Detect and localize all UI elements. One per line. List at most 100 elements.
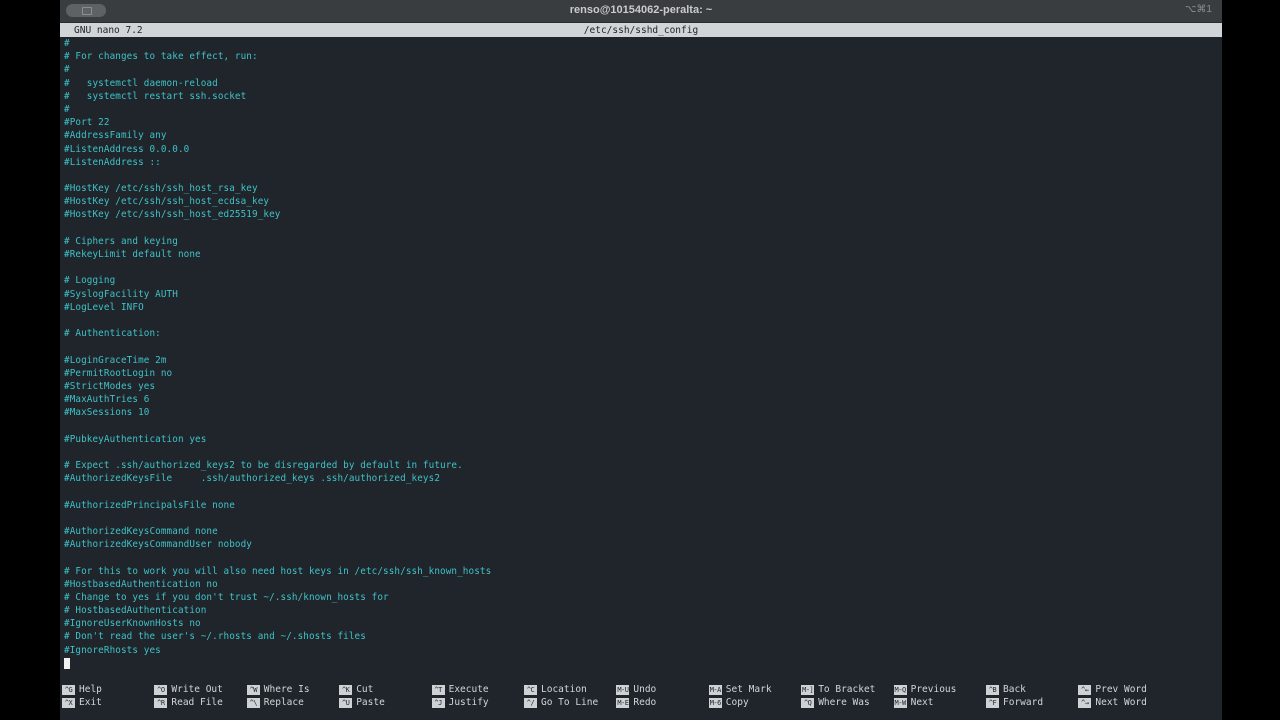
shortcut-group: M-Q Previous M-W Next: [893, 684, 984, 710]
shortcut-label[interactable]: Write Out: [171, 684, 222, 695]
editor-line[interactable]: #SyslogFacility AUTH: [64, 288, 1214, 301]
editor-line[interactable]: #HostbasedAuthentication no: [64, 578, 1214, 591]
editor-line[interactable]: #AuthorizedKeysCommandUser nobody: [64, 538, 1214, 551]
editor-line[interactable]: #AuthorizedKeysFile .ssh/authorized_keys…: [64, 472, 1214, 485]
editor-line[interactable]: #: [64, 63, 1214, 76]
editor-text-area[interactable]: # # For changes to take effect, run: # # sy…: [64, 37, 1214, 657]
editor-line[interactable]: #: [64, 37, 1214, 50]
shortcut-group: ^B Back ^F Forward: [986, 684, 1076, 710]
shortcut-key: ^U: [339, 698, 353, 708]
editor-line[interactable]: #AuthorizedPrincipalsFile none: [64, 499, 1214, 512]
editor-line[interactable]: #PubkeyAuthentication yes: [64, 433, 1214, 446]
shortcut-label[interactable]: Back: [1003, 684, 1026, 695]
shortcut-key: ^\: [246, 698, 260, 708]
editor-line[interactable]: # Change to yes if you don't trust ~/.ss…: [64, 591, 1214, 604]
shortcut-key: ^/: [524, 698, 537, 708]
shortcut-key: M-W: [893, 698, 907, 708]
editor-line[interactable]: # For changes to take effect, run:: [64, 50, 1214, 63]
editor-line[interactable]: #MaxAuthTries 6: [64, 393, 1214, 406]
shortcut-label[interactable]: Read File: [171, 697, 222, 708]
editor-line[interactable]: #MaxSessions 10: [64, 406, 1214, 419]
editor-line[interactable]: #StrictModes yes: [64, 380, 1214, 393]
shortcut-label[interactable]: To Bracket: [818, 684, 875, 695]
shortcut-key: M-U: [616, 685, 630, 695]
shortcut-key: ^J: [431, 698, 445, 708]
editor-line[interactable]: [64, 222, 1214, 235]
editor-line[interactable]: #LogLevel INFO: [64, 301, 1214, 314]
shortcut-label[interactable]: Paste: [356, 697, 385, 708]
editor-line[interactable]: #HostKey /etc/ssh/ssh_host_rsa_key: [64, 182, 1214, 195]
shortcut-group: ^C Location ^/ Go To Line: [524, 684, 614, 710]
editor-line[interactable]: [64, 314, 1214, 327]
text-cursor: [64, 658, 70, 669]
editor-line[interactable]: #: [64, 103, 1214, 116]
editor-line[interactable]: [64, 551, 1214, 564]
window-title: renso@10154062-peralta: ~: [569, 4, 713, 16]
editor-line[interactable]: #IgnoreUserKnownHosts no: [64, 617, 1214, 630]
shortcut-label[interactable]: Where Is: [264, 684, 310, 695]
editor-line[interactable]: # Don't read the user's ~/.rhosts and ~/…: [64, 630, 1214, 643]
editor-line[interactable]: # Expect .ssh/authorized_keys2 to be dis…: [64, 459, 1214, 472]
window-titlebar: renso@10154062-peralta: ~ ⌥⌘1: [60, 0, 1222, 23]
shortcut-label[interactable]: Prev Word: [1095, 684, 1146, 695]
shortcut-group: ^K Cut ^U Paste: [339, 684, 429, 710]
editor-line[interactable]: #AuthorizedKeysCommand none: [64, 525, 1214, 538]
editor-line[interactable]: # Ciphers and keying: [64, 235, 1214, 248]
shortcut-key: ^Q: [801, 698, 815, 708]
editor-line[interactable]: #HostKey /etc/ssh/ssh_host_ecdsa_key: [64, 195, 1214, 208]
shortcut-key: ^C: [524, 685, 537, 695]
editor-line[interactable]: #AddressFamily any: [64, 129, 1214, 142]
editor-line[interactable]: # HostbasedAuthentication: [64, 604, 1214, 617]
file-name: /etc/ssh/sshd_config: [583, 25, 699, 36]
shortcut-label[interactable]: Previous: [911, 684, 957, 695]
shortcut-key: ^F: [986, 698, 999, 708]
editor-line[interactable]: [64, 169, 1214, 182]
editor-line[interactable]: # systemctl daemon-reload: [64, 77, 1214, 90]
shortcut-label[interactable]: Redo: [633, 697, 656, 708]
shortcut-key: ^←: [1078, 685, 1092, 695]
editor-line[interactable]: #PermitRootLogin no: [64, 367, 1214, 380]
shortcut-label[interactable]: Help: [79, 684, 102, 695]
editor-line[interactable]: # systemctl restart ssh.socket: [64, 90, 1214, 103]
editor-line[interactable]: # Logging: [64, 274, 1214, 287]
shortcut-label[interactable]: Justify: [449, 697, 489, 708]
shortcut-label[interactable]: Cut: [356, 684, 373, 695]
terminal-window: renso@10154062-peralta: ~ ⌥⌘1 GNU nano 7…: [60, 0, 1222, 720]
editor-line[interactable]: [64, 340, 1214, 353]
shortcut-group: M-] To Bracket ^Q Where Was: [801, 684, 891, 710]
shortcut-label[interactable]: Exit: [79, 697, 102, 708]
shortcut-key: M-6: [708, 698, 722, 708]
shortcut-label[interactable]: Undo: [633, 684, 656, 695]
shortcut-label[interactable]: Next Word: [1095, 697, 1146, 708]
shortcut-label[interactable]: Set Mark: [726, 684, 772, 695]
editor-line[interactable]: # Authentication:: [64, 327, 1214, 340]
editor-line[interactable]: [64, 512, 1214, 525]
shortcut-label[interactable]: Next: [911, 697, 934, 708]
shortcut-label[interactable]: Forward: [1003, 697, 1043, 708]
editor-line[interactable]: #RekeyLimit default none: [64, 248, 1214, 261]
editor-line[interactable]: #LoginGraceTime 2m: [64, 354, 1214, 367]
editor-line[interactable]: [64, 446, 1214, 459]
shortcut-key: ^W: [246, 685, 260, 695]
shortcut-label[interactable]: Replace: [264, 697, 304, 708]
shortcut-key: ^R: [154, 698, 168, 708]
shortcut-bar: ^G Help ^X Exit ^O Write Out ^R Read File ^W Wher…: [60, 684, 1222, 714]
shortcut-key: M-]: [801, 685, 815, 695]
editor-line[interactable]: # For this to work you will also need ho…: [64, 565, 1214, 578]
shortcut-label[interactable]: Go To Line: [541, 697, 598, 708]
shortcut-label[interactable]: Location: [541, 684, 587, 695]
shortcut-label[interactable]: Copy: [726, 697, 749, 708]
shortcut-label[interactable]: Where Was: [818, 697, 869, 708]
shortcut-key: ^K: [339, 685, 353, 695]
editor-line[interactable]: #HostKey /etc/ssh/ssh_host_ed25519_key: [64, 208, 1214, 221]
editor-line[interactable]: [64, 261, 1214, 274]
editor-line[interactable]: #ListenAddress 0.0.0.0: [64, 143, 1214, 156]
editor-line[interactable]: #ListenAddress ::: [64, 156, 1214, 169]
editor-line[interactable]: #IgnoreRhosts yes: [64, 644, 1214, 657]
shortcut-group: M-A Set Mark M-6 Copy: [708, 684, 799, 710]
window-shortcut-label: ⌥⌘1: [1184, 4, 1212, 15]
editor-line[interactable]: [64, 419, 1214, 432]
shortcut-label[interactable]: Execute: [449, 684, 489, 695]
editor-line[interactable]: [64, 485, 1214, 498]
editor-line[interactable]: #Port 22: [64, 116, 1214, 129]
